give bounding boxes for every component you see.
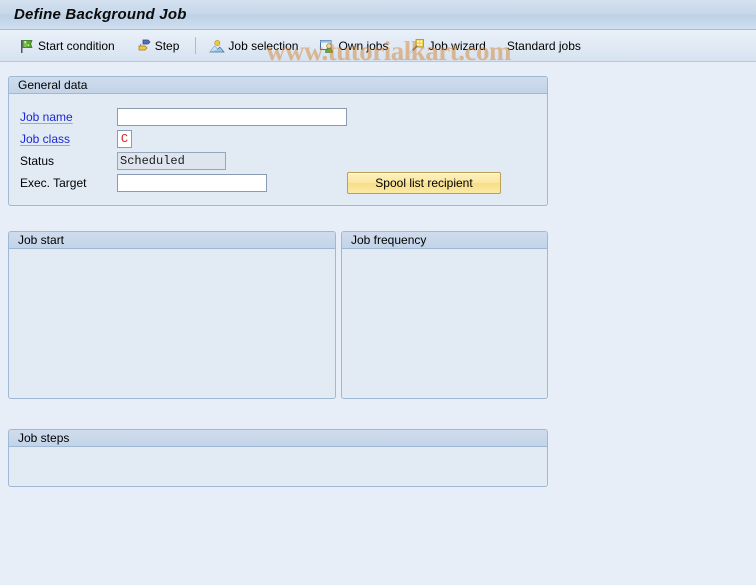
start-condition-button[interactable]: Start condition (14, 35, 120, 57)
job-frequency-header: Job frequency (342, 232, 547, 249)
job-selection-button[interactable]: Job selection (204, 35, 303, 57)
exec-target-input[interactable] (117, 174, 267, 192)
general-data-panel: General data Job name Job class Status E… (8, 76, 548, 206)
job-steps-panel: Job steps (8, 429, 548, 487)
job-frequency-body (342, 249, 547, 397)
job-class-label[interactable]: Job class (9, 132, 117, 146)
status-label: Status (20, 154, 55, 168)
status-field (117, 152, 226, 170)
standard-jobs-label: Standard jobs (506, 38, 581, 53)
status-row: Status (9, 152, 226, 170)
standard-jobs-button[interactable]: Standard jobs (502, 35, 586, 57)
job-wizard-button[interactable]: Job wizard (404, 35, 490, 57)
job-name-label[interactable]: Job name (9, 110, 117, 124)
job-start-body (9, 249, 335, 397)
general-data-title: General data (18, 78, 88, 92)
exec-target-row: Exec. Target (9, 174, 267, 192)
job-start-header: Job start (9, 232, 335, 249)
magic-wand-icon (410, 38, 425, 53)
job-steps-body (9, 447, 547, 485)
start-condition-label: Start condition (38, 38, 115, 53)
spool-list-recipient-label: Spool list recipient (375, 176, 473, 190)
own-jobs-button[interactable]: Own jobs (314, 35, 393, 57)
application-toolbar: Start condition Step Job selection Own j… (0, 30, 756, 62)
own-jobs-label: Own jobs (338, 38, 389, 53)
job-frequency-panel: Job frequency (341, 231, 548, 399)
general-data-body: Job name Job class Status Exec. Target S… (9, 94, 547, 204)
green-flag-icon (21, 39, 33, 53)
job-steps-header: Job steps (9, 430, 547, 447)
job-wizard-label: Job wizard (428, 38, 486, 53)
job-frequency-title: Job frequency (351, 233, 427, 247)
page-title: Define Background Job (14, 6, 187, 23)
person-card-icon (320, 39, 334, 53)
job-name-row: Job name (9, 108, 347, 126)
job-start-panel: Job start (8, 231, 336, 399)
job-steps-title: Job steps (18, 431, 70, 445)
job-name-input[interactable] (117, 108, 347, 126)
job-selection-label: Job selection (228, 38, 299, 53)
step-button[interactable]: Step (131, 35, 185, 57)
toolbar-separator (195, 37, 197, 54)
sunrise-mountain-icon (209, 39, 226, 52)
steps-arrow-icon (138, 39, 151, 50)
step-label: Step (154, 38, 180, 53)
window-title-bar: Define Background Job (0, 0, 756, 30)
general-data-header: General data (9, 77, 547, 94)
spool-list-recipient-button[interactable]: Spool list recipient (347, 172, 501, 194)
exec-target-label: Exec. Target (20, 176, 87, 190)
job-start-title: Job start (18, 233, 65, 247)
job-class-input[interactable] (117, 130, 132, 148)
job-class-row: Job class (9, 130, 132, 148)
